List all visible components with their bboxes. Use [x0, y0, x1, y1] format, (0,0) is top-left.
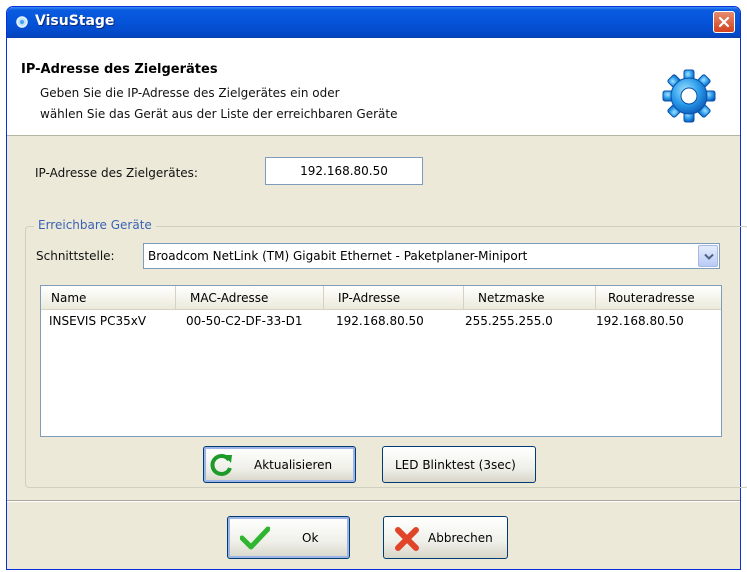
- column-header-netmask[interactable]: Netzmaske: [464, 286, 596, 309]
- header-description-line1: Geben Sie die IP-Adresse des Zielgerätes…: [40, 86, 340, 100]
- bottom-separator: [7, 500, 740, 502]
- dropdown-arrow-icon: [704, 253, 714, 260]
- led-blink-test-button[interactable]: LED Blinktest (3sec): [382, 446, 536, 483]
- checkmark-icon: [240, 526, 270, 550]
- cell-ip: 192.168.80.50: [336, 314, 424, 328]
- interface-selected-value: Broadcom NetLink (TM) Gigabit Ethernet -…: [148, 249, 528, 263]
- header-description-line2: wählen Sie das Gerät aus der Liste der e…: [40, 107, 398, 121]
- app-icon: [16, 16, 28, 28]
- cell-router: 192.168.80.50: [596, 314, 684, 328]
- column-header-name[interactable]: Name: [41, 286, 176, 309]
- header-title: IP-Adresse des Zielgerätes: [21, 62, 218, 77]
- refresh-button[interactable]: Aktualisieren: [203, 446, 356, 483]
- group-legend: Erreichbare Geräte: [34, 218, 156, 232]
- list-header: Name MAC-Adresse IP-Adresse Netzmaske Ro…: [41, 286, 721, 310]
- dropdown-button[interactable]: [698, 245, 718, 267]
- close-icon: [718, 16, 730, 28]
- table-row[interactable]: INSEVIS PC35xV 00-50-C2-DF-33-D1 192.168…: [41, 312, 721, 332]
- interface-label: Schnittstelle:: [36, 249, 115, 263]
- title-bar[interactable]: VisuStage: [7, 7, 740, 38]
- ip-address-input[interactable]: 192.168.80.50: [265, 157, 423, 185]
- devices-list[interactable]: Name MAC-Adresse IP-Adresse Netzmaske Ro…: [40, 285, 722, 437]
- cell-name: INSEVIS PC35xV: [49, 314, 147, 328]
- led-blink-test-label: LED Blinktest (3sec): [395, 458, 516, 472]
- close-button[interactable]: [713, 11, 735, 33]
- refresh-label: Aktualisieren: [254, 458, 333, 472]
- ok-button[interactable]: Ok: [227, 516, 350, 559]
- cancel-label: Abbrechen: [428, 531, 493, 545]
- interface-dropdown[interactable]: Broadcom NetLink (TM) Gigabit Ethernet -…: [143, 243, 720, 269]
- column-header-mac[interactable]: MAC-Adresse: [176, 286, 324, 309]
- window-title: VisuStage: [35, 13, 115, 29]
- gear-icon: [662, 69, 716, 123]
- column-header-router[interactable]: Routeradresse: [596, 286, 722, 309]
- ok-label: Ok: [302, 531, 319, 545]
- ip-address-label: IP-Adresse des Zielgerätes:: [35, 166, 198, 180]
- column-header-ip[interactable]: IP-Adresse: [324, 286, 464, 309]
- cell-mac: 00-50-C2-DF-33-D1: [186, 314, 303, 328]
- cell-netmask: 255.255.255.0: [465, 314, 553, 328]
- cross-icon: [395, 527, 419, 551]
- refresh-icon: [210, 454, 232, 476]
- cancel-button[interactable]: Abbrechen: [383, 516, 508, 559]
